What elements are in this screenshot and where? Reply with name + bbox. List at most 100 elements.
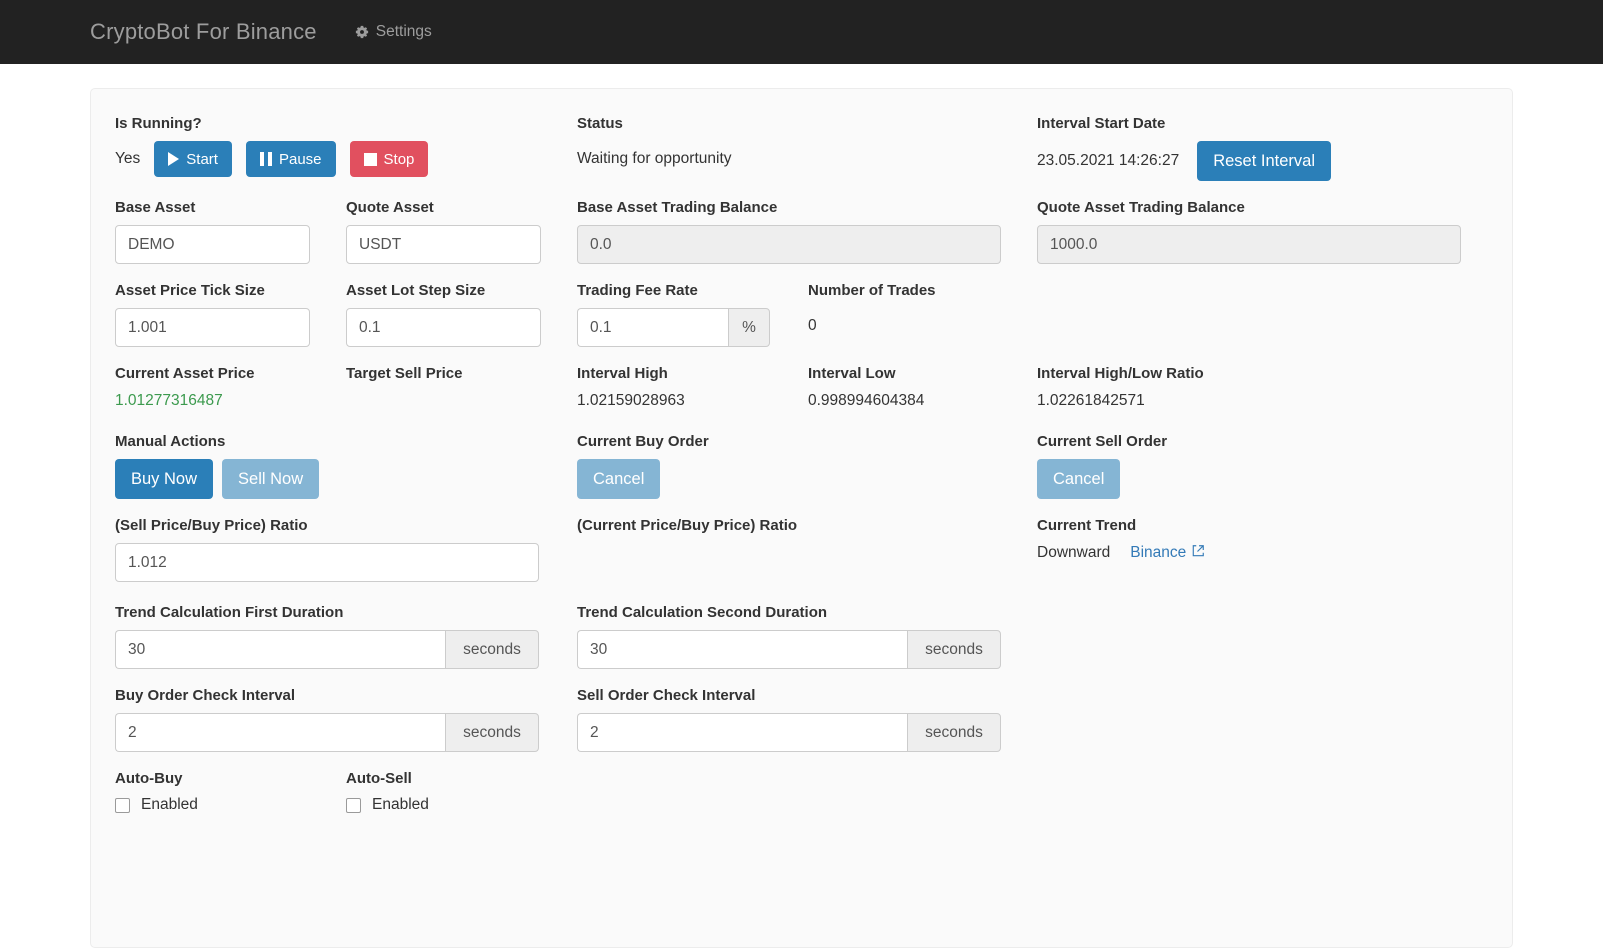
group-status: Status Waiting for opportunity [577, 115, 1037, 181]
sell-check-addon: seconds [907, 713, 1001, 752]
group-current-buy-order: Current Buy Order Cancel [577, 433, 1037, 499]
cancel-buy-order-label: Cancel [593, 470, 644, 489]
current-buy-order-label: Current Buy Order [577, 433, 1037, 451]
pause-icon [260, 152, 272, 166]
sell-now-button[interactable]: Sell Now [222, 459, 319, 499]
group-num-trades: Number of Trades 0 [808, 282, 1039, 347]
auto-buy-row[interactable]: Enabled [115, 796, 346, 814]
base-asset-input[interactable] [115, 225, 310, 264]
group-auto-sell: Auto-Sell Enabled [346, 770, 577, 814]
base-balance-input [577, 225, 1001, 264]
binance-link[interactable]: Binance [1130, 544, 1205, 563]
auto-sell-label: Auto-Sell [346, 770, 577, 788]
pause-button[interactable]: Pause [246, 141, 336, 177]
fee-rate-input[interactable] [577, 308, 728, 347]
current-price-value: 1.01277316487 [115, 391, 346, 411]
base-balance-label: Base Asset Trading Balance [577, 199, 1037, 217]
base-asset-label: Base Asset [115, 199, 346, 217]
fee-rate-input-group: % [577, 308, 808, 347]
group-row8-spacer [1037, 687, 1507, 752]
buy-now-label: Buy Now [131, 470, 197, 489]
nav-settings-link[interactable]: Settings [355, 23, 432, 41]
buy-now-button[interactable]: Buy Now [115, 459, 213, 499]
group-buy-check: Buy Order Check Interval seconds [115, 687, 577, 752]
cancel-buy-order-button[interactable]: Cancel [577, 459, 660, 499]
sell-buy-ratio-label: (Sell Price/Buy Price) Ratio [115, 517, 577, 535]
reset-interval-button[interactable]: Reset Interval [1197, 141, 1331, 181]
row-prices: Current Asset Price 1.01277316487 Target… [115, 365, 1488, 411]
group-current-sell-order: Current Sell Order Cancel [1037, 433, 1507, 499]
group-auto-toggles: Auto-Buy Enabled Auto-Sell Enabled [115, 770, 577, 814]
group-is-running: Is Running? Yes Start Pause Stop [115, 115, 577, 181]
buy-check-input-group: seconds [115, 713, 577, 752]
group-interval-high: Interval High 1.02159028963 [577, 365, 808, 411]
auto-sell-checkbox[interactable] [346, 798, 361, 813]
auto-sell-row[interactable]: Enabled [346, 796, 577, 814]
auto-sell-checkbox-label: Enabled [372, 796, 429, 814]
manual-actions-buttons: Buy Now Sell Now [115, 459, 577, 499]
interval-start-label: Interval Start Date [1037, 115, 1507, 133]
status-label: Status [577, 115, 1037, 133]
start-button[interactable]: Start [154, 141, 232, 177]
top-navbar: CryptoBot For Binance Settings [0, 0, 1603, 64]
group-current-buy-ratio: (Current Price/Buy Price) Ratio [577, 517, 1037, 582]
group-trend-first: Trend Calculation First Duration seconds [115, 604, 577, 669]
dashboard-card: Is Running? Yes Start Pause Stop Status [90, 88, 1513, 948]
group-sizes: Asset Price Tick Size Asset Lot Step Siz… [115, 282, 577, 347]
group-base-asset: Base Asset [115, 199, 346, 264]
buy-check-label: Buy Order Check Interval [115, 687, 577, 705]
fee-rate-label: Trading Fee Rate [577, 282, 808, 300]
stop-button[interactable]: Stop [350, 141, 429, 177]
run-controls: Yes Start Pause Stop [115, 141, 577, 177]
group-row7-spacer [1037, 604, 1507, 669]
group-fee-trades: Trading Fee Rate % Number of Trades 0 [577, 282, 1037, 347]
cancel-sell-order-button[interactable]: Cancel [1037, 459, 1120, 499]
quote-balance-label: Quote Asset Trading Balance [1037, 199, 1507, 217]
auto-buy-label: Auto-Buy [115, 770, 346, 788]
group-sell-check: Sell Order Check Interval seconds [577, 687, 1037, 752]
row-orders: Manual Actions Buy Now Sell Now Current … [115, 433, 1488, 499]
group-price-info: Current Asset Price 1.01277316487 Target… [115, 365, 577, 411]
row-assets: Base Asset Quote Asset Base Asset Tradin… [115, 199, 1488, 264]
lot-step-input[interactable] [346, 308, 541, 347]
group-row9-spacerB [577, 770, 1037, 814]
quote-asset-input[interactable] [346, 225, 541, 264]
group-assets: Base Asset Quote Asset [115, 199, 577, 264]
pause-button-label: Pause [279, 151, 322, 168]
high-low-ratio-label: Interval High/Low Ratio [1037, 365, 1507, 383]
auto-buy-checkbox[interactable] [115, 798, 130, 813]
buy-check-input[interactable] [115, 713, 445, 752]
sell-now-label: Sell Now [238, 470, 303, 489]
interval-high-label: Interval High [577, 365, 808, 383]
fee-rate-addon: % [728, 308, 770, 347]
interval-low-label: Interval Low [808, 365, 1039, 383]
row-auto-toggles: Auto-Buy Enabled Auto-Sell Enabled [115, 770, 1488, 814]
stop-button-label: Stop [384, 151, 415, 168]
sell-check-input[interactable] [577, 713, 907, 752]
sell-check-input-group: seconds [577, 713, 1037, 752]
gear-icon [355, 25, 369, 39]
trend-second-input-group: seconds [577, 630, 1037, 669]
is-running-value: Yes [115, 150, 140, 168]
sell-buy-ratio-input[interactable] [115, 543, 539, 582]
group-row3-spacer [1037, 282, 1507, 347]
trend-second-input[interactable] [577, 630, 907, 669]
trend-first-addon: seconds [445, 630, 539, 669]
group-current-price: Current Asset Price 1.01277316487 [115, 365, 346, 411]
group-interval-start: Interval Start Date 23.05.2021 14:26:27 … [1037, 115, 1507, 181]
high-low-ratio-value: 1.02261842571 [1037, 391, 1507, 411]
group-sell-buy-ratio: (Sell Price/Buy Price) Ratio [115, 517, 577, 582]
app-brand-title: CryptoBot For Binance [90, 19, 317, 45]
reset-interval-label: Reset Interval [1213, 152, 1315, 171]
external-link-icon [1191, 544, 1205, 563]
auto-buy-checkbox-label: Enabled [141, 796, 198, 814]
group-lot-step: Asset Lot Step Size [346, 282, 577, 347]
quote-balance-input [1037, 225, 1461, 264]
row-check-intervals: Buy Order Check Interval seconds Sell Or… [115, 687, 1488, 752]
current-trend-row: Downward Binance [1037, 543, 1507, 563]
quote-asset-label: Quote Asset [346, 199, 577, 217]
trend-first-input[interactable] [115, 630, 445, 669]
current-sell-order-label: Current Sell Order [1037, 433, 1507, 451]
row-ratios: (Sell Price/Buy Price) Ratio (Current Pr… [115, 517, 1488, 582]
tick-size-input[interactable] [115, 308, 310, 347]
